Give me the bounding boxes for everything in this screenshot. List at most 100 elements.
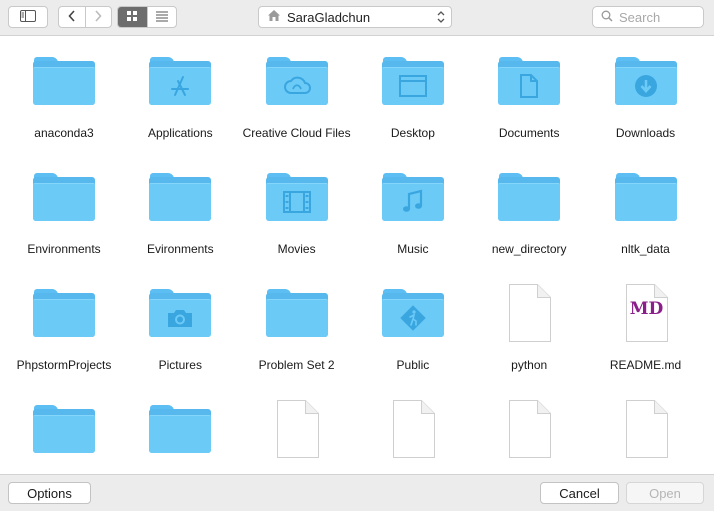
file-item[interactable]: nltk_data	[588, 167, 704, 257]
page-shape	[625, 399, 669, 459]
file-name: Documents	[498, 126, 560, 140]
file-name: Public	[396, 358, 430, 372]
file-item[interactable]: Evironments	[122, 167, 238, 257]
camera-icon	[149, 301, 211, 335]
file-name: README.md	[609, 358, 682, 372]
folder-icon	[265, 167, 328, 229]
folder-icon	[149, 51, 212, 113]
file-grid: anaconda3 Applications Creative Cloud File…	[0, 37, 714, 474]
file-item[interactable]: Creative Cloud Files	[239, 51, 355, 141]
sidebar-toggle-button[interactable]	[8, 6, 48, 28]
folder-icon	[33, 167, 95, 229]
md-badge: MD	[629, 299, 664, 319]
file-item[interactable]: Problem Set 2	[239, 283, 355, 373]
search-icon	[601, 10, 613, 25]
back-forward-group	[58, 6, 112, 28]
folder-shape	[381, 289, 444, 339]
page-shape: MD	[625, 283, 669, 343]
file-name: Pictures	[158, 358, 202, 372]
film-icon	[266, 185, 328, 219]
folder-shape	[149, 173, 212, 223]
file-name: python	[511, 358, 548, 372]
search-placeholder: Search	[619, 9, 661, 25]
folder-shape	[33, 405, 95, 455]
forward-button[interactable]	[84, 7, 112, 27]
home-icon	[267, 9, 281, 25]
file-item[interactable]: si618	[122, 399, 238, 474]
folder-shape	[149, 289, 212, 339]
open-button[interactable]: Open	[626, 482, 704, 504]
folder-icon	[33, 399, 95, 461]
file-item[interactable]: MD README.md	[588, 283, 704, 373]
file-item[interactable]: Desktop	[355, 51, 471, 141]
folder-shape	[381, 173, 444, 223]
file-item[interactable]: python	[471, 283, 587, 373]
folder-icon	[381, 283, 444, 345]
folder-icon	[33, 283, 95, 345]
back-button[interactable]	[59, 7, 85, 27]
options-button[interactable]: Options	[8, 482, 91, 504]
document-icon	[498, 283, 560, 345]
folder-shape	[614, 173, 677, 223]
file-item[interactable]: Downloads	[588, 51, 704, 141]
file-item[interactable]: anaconda3	[6, 51, 122, 141]
grid-icon	[126, 10, 138, 25]
file-item[interactable]: seaborn-data	[6, 399, 122, 474]
document-icon	[266, 399, 328, 461]
file-name: Evironments	[146, 242, 214, 256]
folder-shape	[33, 173, 95, 223]
file-name: Desktop	[390, 126, 435, 140]
folder-icon	[149, 399, 212, 461]
folder-icon	[381, 167, 444, 229]
file-name: Movies	[277, 242, 316, 256]
folder-icon	[498, 167, 561, 229]
chevron-right-icon	[94, 9, 102, 25]
location-label: SaraGladchun	[287, 9, 371, 25]
sidebar-icon	[20, 9, 36, 25]
toolbar: SaraGladchun Search	[0, 0, 714, 36]
folder-shape	[614, 57, 677, 107]
file-item[interactable]: new_directory	[471, 167, 587, 257]
folder-icon	[265, 283, 328, 345]
file-item[interactable]: Pictures	[122, 283, 238, 373]
folder-shape	[498, 57, 561, 107]
up-down-arrows-icon	[437, 10, 445, 27]
markdown-file-icon: MD	[615, 283, 677, 345]
file-name: Environments	[27, 242, 101, 256]
file-item[interactable]: Environments	[6, 167, 122, 257]
list-icon	[155, 10, 169, 25]
file-item[interactable]: Untitled1.ipynb	[471, 399, 587, 474]
search-field[interactable]: Search	[592, 6, 704, 28]
document-icon	[382, 399, 444, 461]
icon-view-button[interactable]	[118, 7, 147, 27]
document-icon	[498, 399, 560, 461]
location-popup[interactable]: SaraGladchun	[258, 6, 452, 28]
file-item[interactable]: Public	[355, 283, 471, 373]
file-name: anaconda3	[34, 126, 94, 140]
page-shape	[276, 399, 320, 459]
desktop-icon	[382, 69, 444, 103]
file-name: Creative Cloud Files	[242, 126, 351, 140]
file-item[interactable]: Movies	[239, 167, 355, 257]
creative-cloud-icon	[266, 69, 328, 103]
cancel-button[interactable]: Cancel	[540, 482, 619, 504]
file-item[interactable]: Untitled.ipynb	[355, 399, 471, 474]
document-icon	[615, 399, 677, 461]
folder-shape	[498, 173, 561, 223]
file-item[interactable]: Music	[355, 167, 471, 257]
chevron-left-icon	[68, 9, 76, 25]
folder-shape	[265, 173, 328, 223]
folder-icon	[614, 167, 677, 229]
file-item[interactable]: PhpstormProjects	[6, 283, 122, 373]
folder-shape	[33, 57, 95, 107]
file-item[interactable]: stackline_assess	[239, 399, 355, 474]
folder-icon	[265, 51, 328, 113]
folder-icon	[614, 51, 677, 113]
folder-icon	[381, 51, 444, 113]
file-item[interactable]: Documents	[471, 51, 587, 141]
file-item[interactable]: which	[588, 399, 704, 474]
file-item[interactable]: Applications	[122, 51, 238, 141]
page-shape	[508, 283, 552, 343]
view-mode-group	[117, 6, 177, 28]
list-view-button[interactable]	[146, 7, 177, 27]
